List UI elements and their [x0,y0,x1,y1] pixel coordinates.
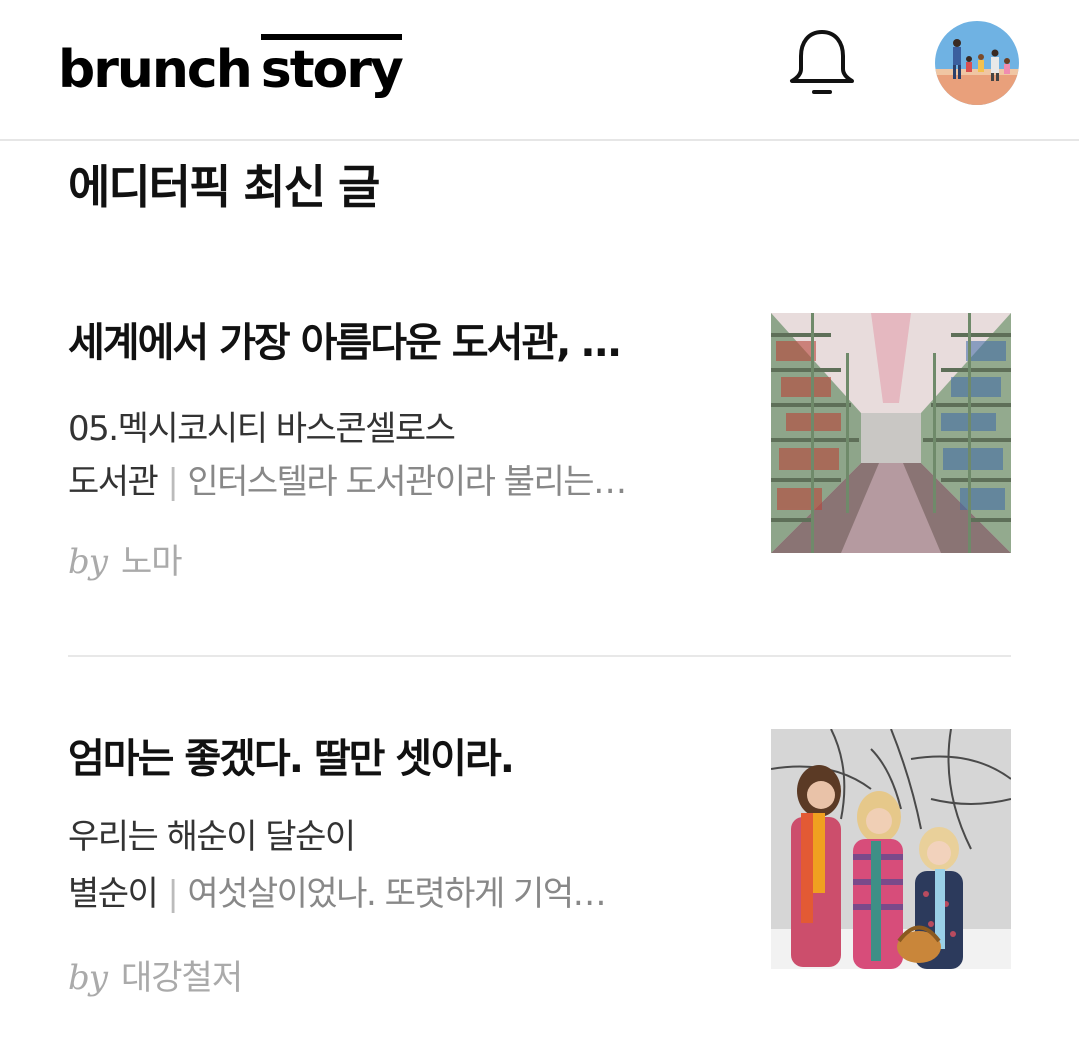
article-excerpt: 여섯살이었나. 또렷하게 기억… [187,874,606,914]
profile-avatar[interactable] [935,21,1019,105]
article-excerpt: 인터스텔라 도서관이라 불리는… [187,462,627,502]
author-name[interactable]: 노마 [121,542,183,582]
article-subtitle: 우리는 해순이 달순이 [68,817,356,857]
article-title[interactable]: 세계에서 가장 아름다운 도서관, … [68,319,728,367]
logo-word-story: story [260,34,404,100]
article-byline: by 노마 [68,542,183,583]
app-header: brunch story [0,0,1079,141]
article-card[interactable]: 엄마는 좋겠다. 딸만 셋이라. 우리는 해순이 달순이 별순이 | 여섯살이었나.… [68,729,1011,1019]
author-name[interactable]: 대강철저 [121,958,243,998]
separator: | [167,874,178,914]
logo-word-brunch: brunch [58,40,253,100]
separator: | [167,462,178,502]
article-subtitle-end: 도서관 [68,462,159,502]
three-girls-snow-photo[interactable] [771,729,1011,969]
by-label: by [68,542,108,582]
article-card[interactable]: 세계에서 가장 아름다운 도서관, … 05.멕시코시티 바스콘셀로스 도서관 |… [68,313,1011,593]
divider [68,655,1011,657]
article-subtitle: 05.멕시코시티 바스콘셀로스 [68,409,456,449]
article-subtitle-excerpt: 도서관 | 인터스텔라 도서관이라 불리는… [68,462,728,503]
bell-icon[interactable] [786,26,858,98]
by-label: by [68,958,108,998]
article-byline: by 대강철저 [68,958,243,999]
section-title: 에디터픽 최신 글 [68,160,380,214]
article-subtitle-excerpt: 별순이 | 여섯살이었나. 또렷하게 기억… [68,874,728,915]
article-subtitle-end: 별순이 [68,874,159,914]
brunch-story-logo[interactable]: brunch story [58,30,404,100]
library-photo[interactable] [771,313,1011,553]
article-title[interactable]: 엄마는 좋겠다. 딸만 셋이라. [68,735,728,783]
